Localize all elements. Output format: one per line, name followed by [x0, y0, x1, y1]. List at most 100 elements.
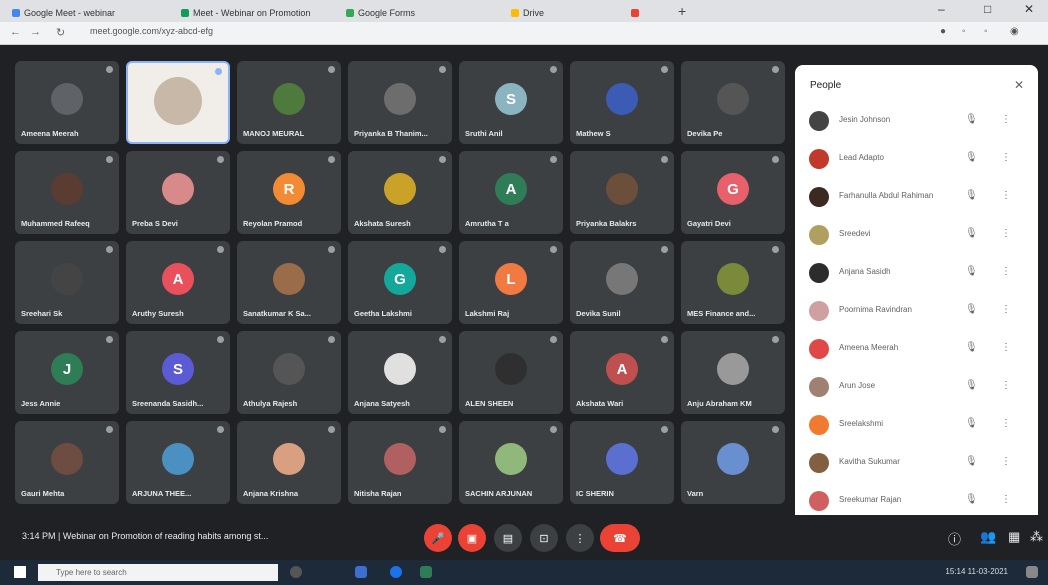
- participant-tile[interactable]: Devika Sunil: [570, 241, 674, 324]
- participant-tile[interactable]: J Jess Annie: [15, 331, 119, 414]
- mic-icon[interactable]: 🎙: [965, 114, 978, 125]
- participant-tile[interactable]: Varn: [681, 421, 785, 504]
- browser-tab[interactable]: [625, 3, 677, 22]
- windows-start-icon[interactable]: [14, 566, 26, 578]
- participant-tile[interactable]: Akshata Suresh: [348, 151, 452, 234]
- notifications-icon[interactable]: [1026, 566, 1038, 578]
- mic-icon[interactable]: 🎙: [965, 380, 978, 391]
- browser-tab[interactable]: Google Forms: [340, 3, 502, 22]
- more-icon[interactable]: ⋮: [1001, 228, 1011, 239]
- participant-tile[interactable]: G Geetha Lakshmi: [348, 241, 452, 324]
- more-options-button[interactable]: ⋮: [566, 524, 594, 552]
- new-tab-button[interactable]: +: [678, 3, 686, 19]
- maximize-button[interactable]: □: [984, 2, 991, 16]
- participant-tile[interactable]: Mathew S: [570, 61, 674, 144]
- url-field[interactable]: meet.google.com/xyz-abcd-efg: [90, 26, 213, 36]
- more-icon[interactable]: ⋮: [1001, 266, 1011, 277]
- mic-icon[interactable]: 🎙: [965, 418, 978, 429]
- leave-call-button[interactable]: ☎: [600, 524, 640, 552]
- close-window-button[interactable]: ✕: [1024, 2, 1034, 16]
- people-list-item[interactable]: Poornima Ravindran 🎙 ⋮: [805, 295, 1030, 329]
- people-list-item[interactable]: Sreedevi 🎙 ⋮: [805, 219, 1030, 253]
- participant-tile[interactable]: Priyanka B Thanim...: [348, 61, 452, 144]
- participant-tile[interactable]: L Lakshmi Raj: [459, 241, 563, 324]
- chrome-icon[interactable]: [390, 566, 402, 578]
- mic-icon[interactable]: 🎙: [965, 152, 978, 163]
- back-icon[interactable]: ←: [10, 26, 21, 38]
- participant-tile[interactable]: Anjana Krishna: [237, 421, 341, 504]
- participant-tile[interactable]: Athulya Rajesh: [237, 331, 341, 414]
- mic-off-button[interactable]: 🎤: [424, 524, 452, 552]
- present-button[interactable]: ⊡: [530, 524, 558, 552]
- browser-tab[interactable]: Drive: [505, 3, 627, 22]
- mic-icon[interactable]: 🎙: [965, 266, 978, 277]
- close-icon[interactable]: ✕: [1014, 78, 1024, 92]
- people-list-item[interactable]: Sreelakshmi 🎙 ⋮: [805, 409, 1030, 443]
- browser-tab[interactable]: Meet - Webinar on Promotion: [175, 3, 337, 22]
- people-list-item[interactable]: Anjana Sasidh 🎙 ⋮: [805, 257, 1030, 291]
- participant-tile[interactable]: G Gayatri Devi: [681, 151, 785, 234]
- more-icon[interactable]: ⋮: [1001, 342, 1011, 353]
- participant-tile[interactable]: Sreehari Sk: [15, 241, 119, 324]
- participant-tile[interactable]: ALEN SHEEN: [459, 331, 563, 414]
- participant-tile[interactable]: A Amrutha T a: [459, 151, 563, 234]
- participant-tile[interactable]: ARJUNA THEE...: [126, 421, 230, 504]
- cortana-icon[interactable]: [290, 566, 302, 578]
- participant-tile[interactable]: S Sruthi Anil: [459, 61, 563, 144]
- more-icon[interactable]: ⋮: [1001, 456, 1011, 467]
- forward-icon[interactable]: →: [30, 26, 41, 38]
- extension-icon[interactable]: ◦: [962, 26, 966, 37]
- participant-tile[interactable]: Muhammed Rafeeq: [15, 151, 119, 234]
- more-icon[interactable]: ⋮: [1001, 418, 1011, 429]
- participant-tile[interactable]: Priyanka Balakrs: [570, 151, 674, 234]
- participant-tile[interactable]: IC SHERIN: [570, 421, 674, 504]
- participant-tile[interactable]: MANOJ MEURAL: [237, 61, 341, 144]
- camera-off-button[interactable]: ▣: [458, 524, 486, 552]
- participant-tile[interactable]: Preba S Devi: [126, 151, 230, 234]
- more-icon[interactable]: ⋮: [1001, 380, 1011, 391]
- participant-tile[interactable]: Devika Pe: [681, 61, 785, 144]
- minimize-button[interactable]: –: [938, 2, 945, 16]
- participant-tile[interactable]: Nitisha Rajan: [348, 421, 452, 504]
- participant-tile[interactable]: Ameena Meerah: [15, 61, 119, 144]
- participant-tile[interactable]: S Sreenanda Sasidh...: [126, 331, 230, 414]
- mic-icon[interactable]: 🎙: [965, 190, 978, 201]
- info-icon[interactable]: ⓘ: [948, 529, 961, 548]
- more-icon[interactable]: ⋮: [1001, 190, 1011, 201]
- people-list-item[interactable]: Jesin Johnson 🎙 ⋮: [805, 105, 1030, 139]
- participant-tile[interactable]: A Akshata Wari: [570, 331, 674, 414]
- people-list-item[interactable]: Kavitha Sukumar 🎙 ⋮: [805, 447, 1030, 481]
- more-icon[interactable]: ⋮: [1001, 494, 1011, 505]
- chat-icon[interactable]: ▦: [1008, 529, 1020, 545]
- more-icon[interactable]: ⋮: [1001, 114, 1011, 125]
- mic-icon[interactable]: 🎙: [965, 228, 978, 239]
- people-list-item[interactable]: Lead Adapto 🎙 ⋮: [805, 143, 1030, 177]
- people-list-item[interactable]: Ameena Meerah 🎙 ⋮: [805, 333, 1030, 367]
- taskview-icon[interactable]: [355, 566, 367, 578]
- participant-tile[interactable]: Sanatkumar K Sa...: [237, 241, 341, 324]
- mic-icon[interactable]: 🎙: [965, 304, 978, 315]
- people-list-item[interactable]: Arun Jose 🎙 ⋮: [805, 371, 1030, 405]
- browser-tab[interactable]: Google Meet - webinar: [6, 3, 168, 22]
- mic-icon[interactable]: 🎙: [965, 494, 978, 505]
- participant-tile-active[interactable]: [126, 61, 230, 144]
- app-icon[interactable]: [420, 566, 432, 578]
- people-list-item[interactable]: Sreekumar Rajan 🎙 ⋮: [805, 485, 1030, 519]
- participant-tile[interactable]: Anju Abraham KM: [681, 331, 785, 414]
- more-icon[interactable]: ⋮: [1001, 152, 1011, 163]
- people-icon[interactable]: 👥: [980, 529, 996, 545]
- participant-tile[interactable]: Gauri Mehta: [15, 421, 119, 504]
- captions-button[interactable]: ▤: [494, 524, 522, 552]
- participant-tile[interactable]: A Aruthy Suresh: [126, 241, 230, 324]
- participant-tile[interactable]: Anjana Satyesh: [348, 331, 452, 414]
- mic-icon[interactable]: 🎙: [965, 342, 978, 353]
- reload-icon[interactable]: ↻: [56, 26, 65, 39]
- extension-icon[interactable]: ●: [940, 26, 946, 37]
- extension-icon[interactable]: ◦: [984, 26, 988, 37]
- activities-icon[interactable]: ⁂: [1030, 529, 1043, 545]
- profile-icon[interactable]: ◉: [1010, 26, 1019, 37]
- mic-icon[interactable]: 🎙: [965, 456, 978, 467]
- participant-tile[interactable]: R Reyolan Pramod: [237, 151, 341, 234]
- people-list-item[interactable]: Farhanulla Abdul Rahiman 🎙 ⋮: [805, 181, 1030, 215]
- participant-tile[interactable]: SACHIN ARJUNAN: [459, 421, 563, 504]
